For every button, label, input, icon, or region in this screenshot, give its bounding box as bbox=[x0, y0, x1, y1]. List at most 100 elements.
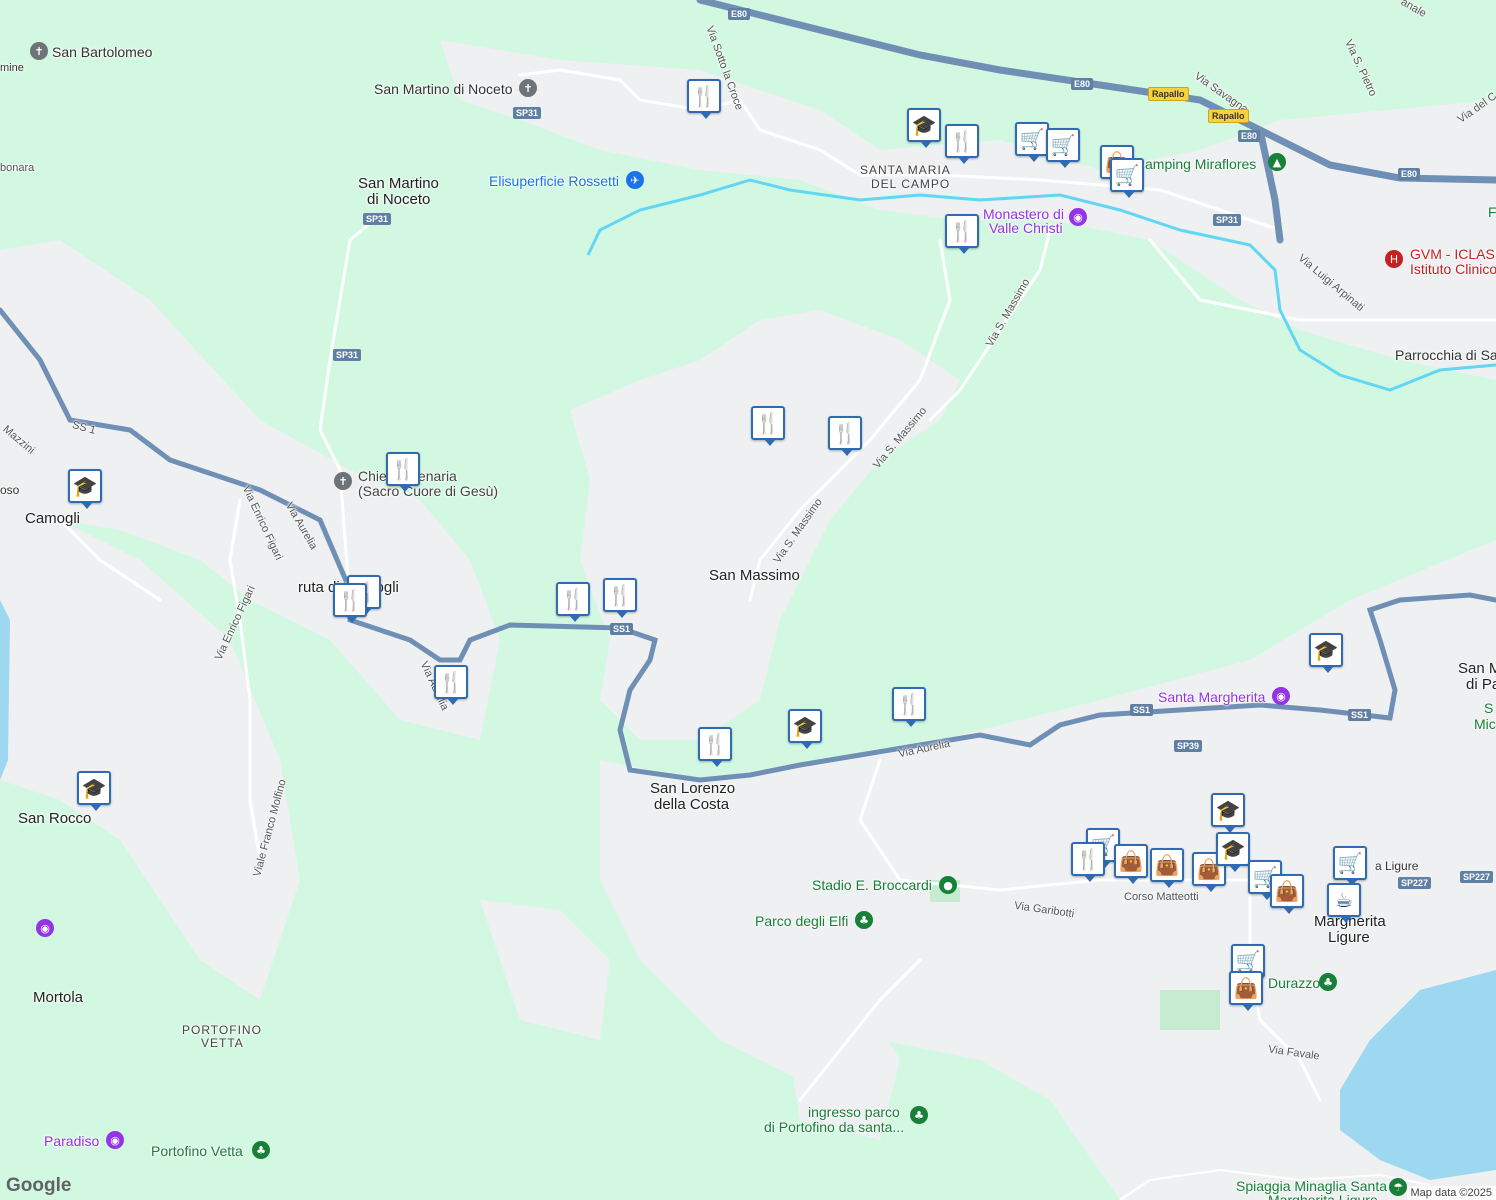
poi-di-portofino-da-santa[interactable]: di Portofino da santa... bbox=[764, 1119, 904, 1135]
place-camogli[interactable]: Camogli bbox=[25, 511, 80, 527]
camera-icon[interactable]: ◉ bbox=[36, 919, 54, 937]
marker-restaurant[interactable]: 🍴 bbox=[751, 406, 785, 446]
place-san-rocco[interactable]: San Rocco bbox=[18, 811, 91, 827]
park-icon[interactable]: ♣ bbox=[1319, 973, 1337, 991]
marker-shopping-cart[interactable]: 🛒 bbox=[1015, 122, 1049, 162]
place-ligure[interactable]: Ligure bbox=[1328, 930, 1370, 946]
camera-icon[interactable]: ◉ bbox=[1272, 687, 1290, 705]
place-di-noceto[interactable]: di Noceto bbox=[367, 192, 430, 208]
park-icon[interactable]: ♣ bbox=[910, 1106, 928, 1124]
school-icon: 🎓 bbox=[1215, 798, 1241, 822]
poi-portofino-vetta[interactable]: Portofino Vetta bbox=[151, 1143, 243, 1159]
place-vetta[interactable]: VETTA bbox=[201, 1035, 244, 1051]
marker-restaurant[interactable]: 🍴 bbox=[945, 214, 979, 254]
poi-camping-miraflores[interactable]: amping Miraflores bbox=[1145, 156, 1256, 172]
place-edge-a-ligure: a Ligure bbox=[1375, 859, 1419, 873]
marker-shopping-bag[interactable]: 👜 bbox=[1270, 874, 1304, 914]
shield-e80: E80 bbox=[1071, 78, 1094, 90]
marker-school[interactable]: 🎓 bbox=[77, 771, 111, 811]
poi-ingresso-parco[interactable]: ingresso parco bbox=[808, 1104, 900, 1120]
marker-restaurant[interactable]: 🍴 bbox=[828, 416, 862, 456]
marker-restaurant[interactable]: 🍴 bbox=[434, 665, 468, 705]
restaurant-icon: 🍴 bbox=[337, 588, 363, 612]
church-icon[interactable]: ✝ bbox=[30, 42, 48, 60]
shield-ss1: SS1 bbox=[1130, 704, 1154, 716]
restaurant-icon: 🍴 bbox=[691, 84, 717, 108]
poi-durazzo[interactable]: Durazzo bbox=[1268, 975, 1320, 991]
marker-restaurant[interactable]: 🍴 bbox=[892, 687, 926, 727]
marker-shopping-cart[interactable]: 🛒 bbox=[1110, 158, 1144, 198]
poi-paradiso[interactable]: Paradiso bbox=[44, 1133, 99, 1149]
place-edge-mic: Mic bbox=[1474, 716, 1496, 732]
marker-school[interactable]: 🎓 bbox=[788, 709, 822, 749]
map-canvas[interactable]: San Bartolomeo ✝ San Martino di Noceto ✝… bbox=[0, 0, 1496, 1200]
shield-rapallo: Rapallo bbox=[1148, 87, 1189, 101]
google-logo: Google bbox=[6, 1175, 72, 1196]
shield-sp31: SP31 bbox=[333, 349, 362, 361]
shopping-cart-icon: 🛒 bbox=[1235, 949, 1261, 973]
map-attribution[interactable]: Map data ©2025 bbox=[1406, 1186, 1496, 1200]
marker-restaurant[interactable]: 🍴 bbox=[687, 79, 721, 119]
marker-school[interactable]: 🎓 bbox=[1211, 793, 1245, 833]
place-edge-mine: mine bbox=[0, 62, 24, 74]
marker-school[interactable]: 🎓 bbox=[1216, 832, 1250, 872]
marker-restaurant[interactable]: 🍴 bbox=[333, 583, 367, 623]
marker-restaurant[interactable]: 🍴 bbox=[1071, 842, 1105, 882]
place-parrocchia[interactable]: Parrocchia di Sa bbox=[1395, 347, 1496, 363]
marker-school[interactable]: 🎓 bbox=[1309, 633, 1343, 673]
marker-shopping-cart[interactable]: 🛒 bbox=[1333, 846, 1367, 886]
marker-restaurant[interactable]: 🍴 bbox=[556, 582, 590, 622]
poi-parco-degli-elfi[interactable]: Parco degli Elfi bbox=[755, 913, 848, 929]
place-san-m-edge[interactable]: San M bbox=[1458, 661, 1496, 677]
marker-restaurant[interactable]: 🍴 bbox=[386, 452, 420, 492]
school-icon: 🎓 bbox=[1313, 638, 1339, 662]
marker-school[interactable]: 🎓 bbox=[907, 108, 941, 148]
church-icon[interactable]: ✝ bbox=[519, 79, 537, 97]
place-san-martino[interactable]: San Martino bbox=[358, 176, 439, 192]
marker-restaurant[interactable]: 🍴 bbox=[698, 727, 732, 767]
poi-sacro-cuore[interactable]: (Sacro Cuore di Gesù) bbox=[358, 483, 498, 499]
church-icon[interactable]: ✝ bbox=[334, 472, 352, 490]
camera-icon[interactable]: ◉ bbox=[106, 1131, 124, 1149]
campground-icon[interactable]: ▲ bbox=[1268, 153, 1286, 171]
marker-shopping-cart[interactable]: 🛒 bbox=[1046, 128, 1080, 168]
stadium-icon[interactable]: ● bbox=[939, 876, 957, 894]
place-edge-s: S bbox=[1484, 700, 1494, 716]
marker-restaurant[interactable]: 🍴 bbox=[603, 578, 637, 618]
marker-shopping-bag[interactable]: 👜 bbox=[1114, 844, 1148, 884]
marker-school[interactable]: 🎓 bbox=[68, 469, 102, 509]
poi-istituto-clinico[interactable]: Istituto Clinico bbox=[1410, 261, 1496, 277]
poi-valle-christi[interactable]: Valle Christi bbox=[989, 220, 1063, 236]
restaurant-icon: 🍴 bbox=[607, 583, 633, 607]
poi-elisuperficie[interactable]: Elisuperficie Rossetti bbox=[489, 173, 619, 189]
beach-icon[interactable]: ☂ bbox=[1389, 1178, 1407, 1196]
marker-cafe[interactable]: ☕ bbox=[1327, 883, 1361, 923]
place-della-costa[interactable]: della Costa bbox=[654, 797, 729, 813]
shield-e80: E80 bbox=[1398, 168, 1421, 180]
marker-restaurant[interactable]: 🍴 bbox=[945, 124, 979, 164]
basemap bbox=[0, 0, 1496, 1200]
shield-sp31: SP31 bbox=[513, 107, 542, 119]
poi-stadio-broccardi[interactable]: Stadio E. Broccardi bbox=[812, 877, 932, 893]
poi-santa-margherita[interactable]: Santa Margherita bbox=[1158, 689, 1265, 705]
park-icon[interactable]: ♣ bbox=[855, 911, 873, 929]
hospital-icon[interactable]: H bbox=[1385, 250, 1403, 268]
park-icon[interactable]: ♣ bbox=[252, 1141, 270, 1159]
marker-shopping-bag[interactable]: 👜 bbox=[1150, 848, 1184, 888]
place-mortola[interactable]: Mortola bbox=[33, 990, 83, 1006]
poi-spiaggia-margherita-ligure[interactable]: Margherita Ligure bbox=[1268, 1192, 1378, 1200]
place-del-campo[interactable]: DEL CAMPO bbox=[871, 176, 950, 192]
camera-icon[interactable]: ◉ bbox=[1069, 208, 1087, 226]
airport-icon[interactable]: ✈ bbox=[626, 171, 644, 189]
shopping-bag-icon: 👜 bbox=[1154, 853, 1180, 877]
place-san-massimo[interactable]: San Massimo bbox=[709, 568, 800, 584]
place-san-lorenzo[interactable]: San Lorenzo bbox=[650, 781, 735, 797]
poi-gvm-iclas[interactable]: GVM - ICLAS bbox=[1410, 246, 1495, 262]
place-san-bartolomeo[interactable]: San Bartolomeo bbox=[52, 44, 152, 60]
restaurant-icon: 🍴 bbox=[832, 421, 858, 445]
marker-shopping-bag[interactable]: 👜 bbox=[1229, 971, 1263, 1011]
shield-sp31: SP31 bbox=[363, 213, 392, 225]
shield-e80: E80 bbox=[1238, 130, 1261, 142]
place-san-martino-di-noceto-poi[interactable]: San Martino di Noceto bbox=[374, 81, 513, 97]
place-di-pa-edge[interactable]: di Pa bbox=[1466, 677, 1496, 693]
